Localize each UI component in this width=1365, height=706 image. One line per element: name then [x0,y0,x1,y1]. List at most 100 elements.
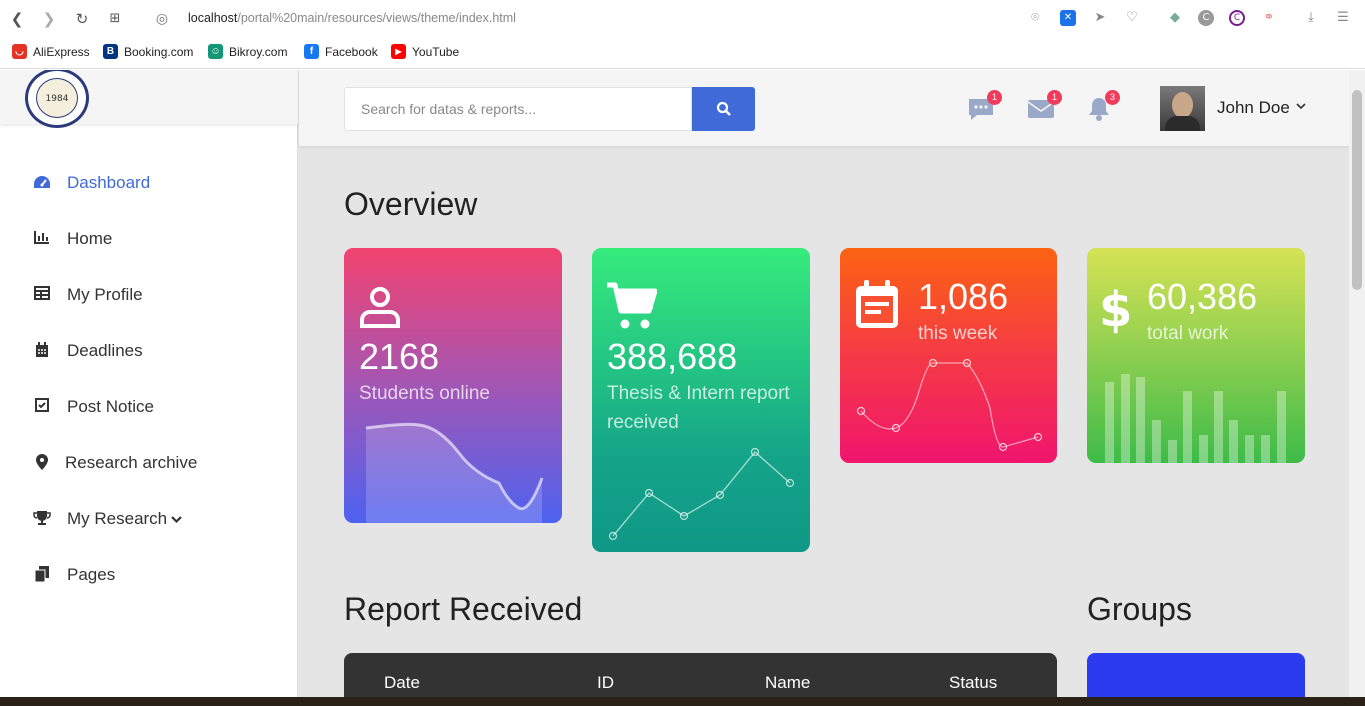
url-host: localhost [188,11,238,25]
globe-icon: ◎ [155,11,169,27]
table-icon [33,286,51,304]
sidebar-item-home[interactable]: Home [33,227,112,251]
column-header-name[interactable]: Name [765,673,810,693]
calendar-alt-icon [856,280,898,328]
shield-icon[interactable]: ✕ [1060,10,1076,26]
students-online-label: Students online [359,383,490,404]
map-marker-icon [33,454,51,472]
calendar-icon [33,342,51,360]
mail-badge: 1 [1047,90,1062,105]
groups-card[interactable] [1087,653,1305,697]
top-header: 1 1 3 John Doe [299,70,1349,146]
university-logo[interactable]: 1984 [25,70,89,128]
bookmark-aliexpress[interactable]: ◡ AliExpress [12,44,90,59]
column-header-date[interactable]: Date [384,673,420,693]
mail-button[interactable]: 1 [1027,90,1062,121]
thesis-reports-value: 388,688 [607,336,738,377]
bar-chart-icon [33,230,51,248]
report-received-title: Report Received [344,591,583,627]
chevron-down-icon [171,512,182,527]
thesis-reports-chart [608,447,795,541]
bookmark-youtube[interactable]: ▶ YouTube [391,44,459,59]
sidebar-item-dashboard[interactable]: Dashboard [33,171,150,195]
bikroy-icon: ☺ [208,44,223,59]
camera-icon[interactable]: ⌾ [1027,10,1043,26]
total-work-label: total work [1147,323,1229,344]
logo-area: 1984 [0,70,298,128]
extension-icon[interactable]: ◆ [1167,10,1183,26]
facebook-icon: f [304,44,319,59]
bookmark-bikroy[interactable]: ☺ Bikroy.com [208,44,287,59]
svg-text:$: $ [1099,282,1131,334]
send-icon[interactable]: ➤ [1092,10,1108,26]
page-scrollbar[interactable] [1349,70,1365,697]
sidebar-item-label: Pages [67,565,116,584]
sidebar: 1984 Dashboard Home My Profile Deadlines… [0,70,298,697]
menu-icon[interactable]: ☰ [1335,10,1351,26]
report-table: Date ID Name Status [344,653,1057,697]
column-header-status[interactable]: Status [949,673,997,693]
files-icon [33,566,51,584]
messages-button[interactable]: 1 [967,90,1002,121]
students-online-value: 2168 [359,336,440,377]
students-online-card[interactable]: 2168 Students online [344,248,562,523]
thesis-reports-card[interactable]: 388,688 Thesis & Intern report received [592,248,810,552]
back-icon[interactable]: ❮ [8,10,26,28]
check-square-icon [33,398,51,416]
scrollbar-thumb[interactable] [1352,90,1362,290]
sidebar-item-label: My Research [67,509,168,528]
sidebar-item-pages[interactable]: Pages [33,563,115,587]
thesis-reports-label: Thesis & Intern report received [607,383,790,433]
groups-title: Groups [1087,591,1192,627]
total-work-value: 60,386 [1147,276,1258,317]
weekly-chart [856,358,1043,452]
reload-icon[interactable]: ↻ [73,10,91,28]
c-purple-extension-icon[interactable]: C [1229,10,1245,26]
sidebar-item-my-research[interactable]: My Research [33,507,182,531]
weekly-label: this week [918,323,998,344]
notifications-badge: 3 [1105,90,1120,105]
os-taskbar [0,697,1365,706]
sidebar-item-label: Research archive [65,453,198,472]
c-extension-icon[interactable]: C [1198,10,1214,26]
bookmark-facebook[interactable]: f Facebook [304,44,378,59]
search-input[interactable] [344,87,692,131]
weekly-card[interactable]: 1,086 this week [840,248,1057,463]
url-path: /portal%20main/resources/views/theme/ind… [237,11,516,25]
bookmarks-bar [0,38,1365,69]
download-icon[interactable]: ⤓ [1303,10,1319,26]
user-name[interactable]: John Doe [1217,98,1290,118]
bookmark-booking[interactable]: B Booking.com [103,44,193,59]
notifications-button[interactable]: 3 [1085,90,1120,121]
bookmark-label: AliExpress [33,44,90,59]
search-button[interactable] [692,87,755,131]
forward-icon[interactable]: ❯ [40,10,58,28]
speed-dial-icon[interactable]: ⊞ [106,10,124,28]
overview-title: Overview [344,186,478,222]
search-icon [716,101,731,116]
sidebar-item-label: Dashboard [67,173,151,192]
messages-badge: 1 [987,90,1002,105]
column-header-id[interactable]: ID [597,673,614,693]
browser-toolbar: ❮ ❯ ↻ ⊞ ◎ localhost/portal%20main/resour… [0,0,1365,38]
heart-icon[interactable]: ♡ [1124,10,1140,26]
sidebar-item-deadlines[interactable]: Deadlines [33,339,143,363]
sidebar-item-research-archive[interactable]: Research archive [33,451,197,475]
booking-icon: B [103,44,118,59]
total-work-card[interactable]: $ 60,386 total work [1087,248,1305,463]
youtube-icon: ▶ [391,44,406,59]
chevron-down-icon[interactable] [1296,99,1306,113]
extension-link-icon[interactable]: ⚭ [1261,10,1277,26]
aliexpress-icon: ◡ [12,44,27,59]
bookmark-label: YouTube [412,44,460,59]
sidebar-item-my-profile[interactable]: My Profile [33,283,143,307]
shopping-cart-icon [607,282,657,329]
avatar[interactable] [1160,86,1205,131]
bookmark-label: Bikroy.com [229,44,288,59]
trophy-icon [33,510,51,528]
sidebar-item-label: Deadlines [67,341,143,360]
sidebar-item-post-notice[interactable]: Post Notice [33,395,154,419]
address-bar[interactable]: localhost/portal%20main/resources/views/… [188,11,516,25]
sidebar-item-label: My Profile [67,285,143,304]
tachometer-icon [33,174,51,192]
